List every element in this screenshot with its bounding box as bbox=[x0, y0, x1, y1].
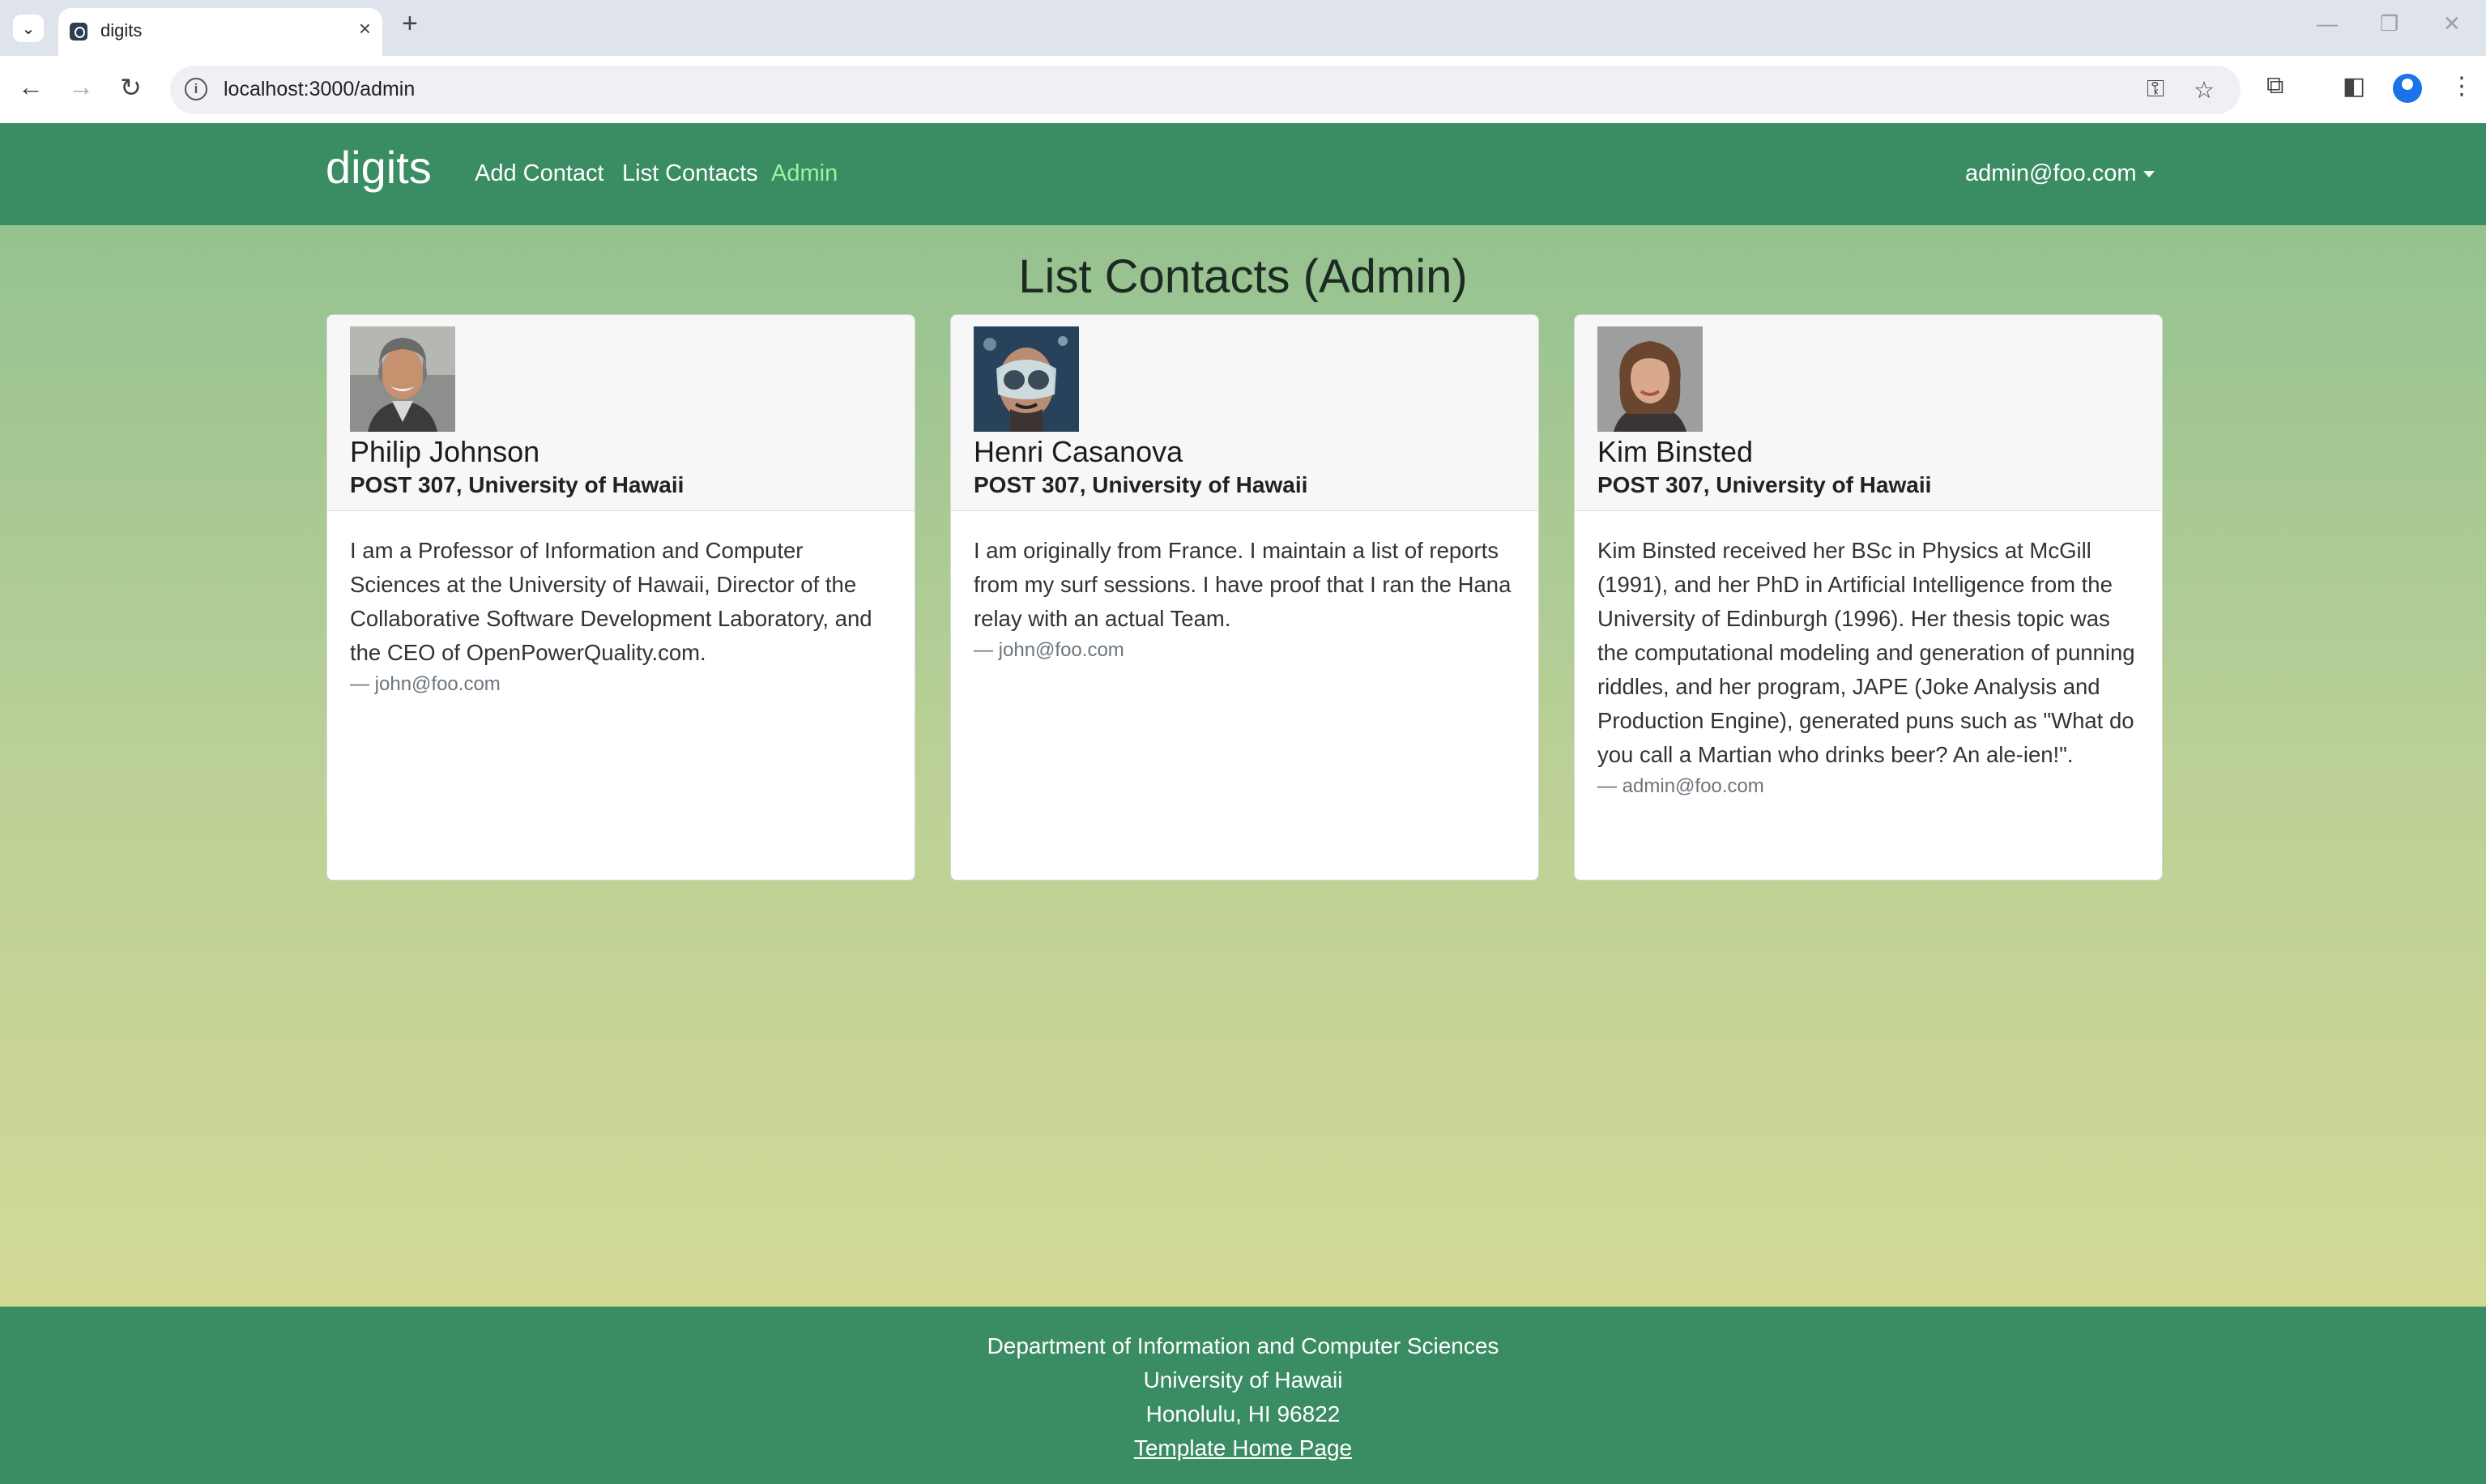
user-dropdown[interactable]: admin@foo.com bbox=[1965, 160, 2155, 187]
template-home-link[interactable]: Template Home Page bbox=[1134, 1435, 1352, 1461]
browser-tabstrip: ⌄ digits × + — ❐ ✕ bbox=[0, 0, 2486, 56]
contact-card: Kim Binsted POST 307, University of Hawa… bbox=[1574, 314, 2163, 881]
contact-name: Philip Johnson bbox=[350, 435, 540, 468]
footer-department: Department of Information and Computer S… bbox=[987, 1333, 1499, 1358]
password-key-icon[interactable]: ⚿ bbox=[2147, 76, 2164, 103]
window-close-icon[interactable]: ✕ bbox=[2443, 11, 2461, 36]
nav-admin[interactable]: Admin bbox=[771, 160, 838, 187]
card-body: Kim Binsted received her BSc in Physics … bbox=[1597, 534, 2142, 801]
restore-icon[interactable]: ❐ bbox=[2380, 11, 2399, 36]
footer-city: Honolulu, HI 96822 bbox=[1145, 1401, 1341, 1426]
contact-owner: — john@foo.com bbox=[974, 639, 1124, 661]
side-panel-icon[interactable]: ◧ bbox=[2343, 72, 2365, 100]
reload-icon[interactable]: ↻ bbox=[120, 72, 142, 103]
tab-title: digits bbox=[100, 20, 143, 41]
back-icon[interactable]: ← bbox=[18, 72, 44, 102]
browser-toolbar: ← → ↻ i localhost:3000/admin ⚿ ☆ ⧉ ◧ ⋮ bbox=[0, 56, 2486, 123]
minimize-icon[interactable]: — bbox=[2317, 11, 2338, 36]
app-navbar: digits Add Contact List Contacts Admin a… bbox=[0, 123, 2486, 225]
contact-description: Kim Binsted received her BSc in Physics … bbox=[1597, 538, 2135, 767]
url-text[interactable]: localhost:3000/admin bbox=[224, 78, 415, 101]
favicon-icon bbox=[70, 23, 87, 41]
site-info-icon[interactable]: i bbox=[185, 78, 207, 100]
contact-owner: — john@foo.com bbox=[350, 673, 501, 695]
contact-photo bbox=[1597, 326, 1703, 432]
profile-avatar-icon[interactable] bbox=[2393, 74, 2422, 103]
contact-photo bbox=[350, 326, 455, 432]
browser-tab[interactable]: digits × bbox=[58, 8, 382, 56]
contact-photo bbox=[974, 326, 1079, 432]
page-title: List Contacts (Admin) bbox=[1018, 250, 1468, 303]
card-body: I am originally from France. I maintain … bbox=[974, 534, 1518, 665]
contact-address: POST 307, University of Hawaii bbox=[350, 472, 684, 497]
tab-close-icon[interactable]: × bbox=[359, 16, 371, 41]
user-email: admin@foo.com bbox=[1965, 160, 2137, 186]
contact-owner: — admin@foo.com bbox=[1597, 775, 1764, 797]
nav-list-contacts[interactable]: List Contacts bbox=[622, 160, 758, 187]
forward-icon[interactable]: → bbox=[68, 72, 94, 102]
card-header: Henri Casanova POST 307, University of H… bbox=[951, 315, 1538, 511]
footer-university: University of Hawaii bbox=[1143, 1367, 1343, 1392]
card-header: Philip Johnson POST 307, University of H… bbox=[327, 315, 915, 511]
extensions-icon[interactable]: ⧉ bbox=[2266, 72, 2283, 100]
main-content: List Contacts (Admin) Philip Johnson POS… bbox=[0, 225, 2486, 1307]
contact-card: Philip Johnson POST 307, University of H… bbox=[326, 314, 915, 881]
page-footer: Department of Information and Computer S… bbox=[0, 1307, 2486, 1484]
contact-description: I am originally from France. I maintain … bbox=[974, 538, 1512, 631]
new-tab-icon[interactable]: + bbox=[402, 8, 418, 40]
contact-card: Henri Casanova POST 307, University of H… bbox=[950, 314, 1539, 881]
brand-logo[interactable]: digits bbox=[326, 141, 432, 194]
contact-name: Henri Casanova bbox=[974, 435, 1183, 468]
card-header: Kim Binsted POST 307, University of Hawa… bbox=[1575, 315, 2162, 511]
tab-search-chevron-icon[interactable]: ⌄ bbox=[13, 15, 44, 42]
address-bar[interactable]: i localhost:3000/admin ⚿ ☆ bbox=[170, 66, 2241, 114]
card-body: I am a Professor of Information and Comp… bbox=[350, 534, 894, 699]
contact-name: Kim Binsted bbox=[1597, 435, 1754, 468]
caret-down-icon bbox=[2143, 171, 2155, 178]
nav-add-contact[interactable]: Add Contact bbox=[475, 160, 604, 187]
menu-kebab-icon[interactable]: ⋮ bbox=[2450, 72, 2474, 100]
bookmark-star-icon[interactable]: ☆ bbox=[2194, 76, 2215, 104]
contact-description: I am a Professor of Information and Comp… bbox=[350, 538, 872, 665]
contact-address: POST 307, University of Hawaii bbox=[974, 472, 1308, 497]
contact-address: POST 307, University of Hawaii bbox=[1597, 472, 1932, 497]
